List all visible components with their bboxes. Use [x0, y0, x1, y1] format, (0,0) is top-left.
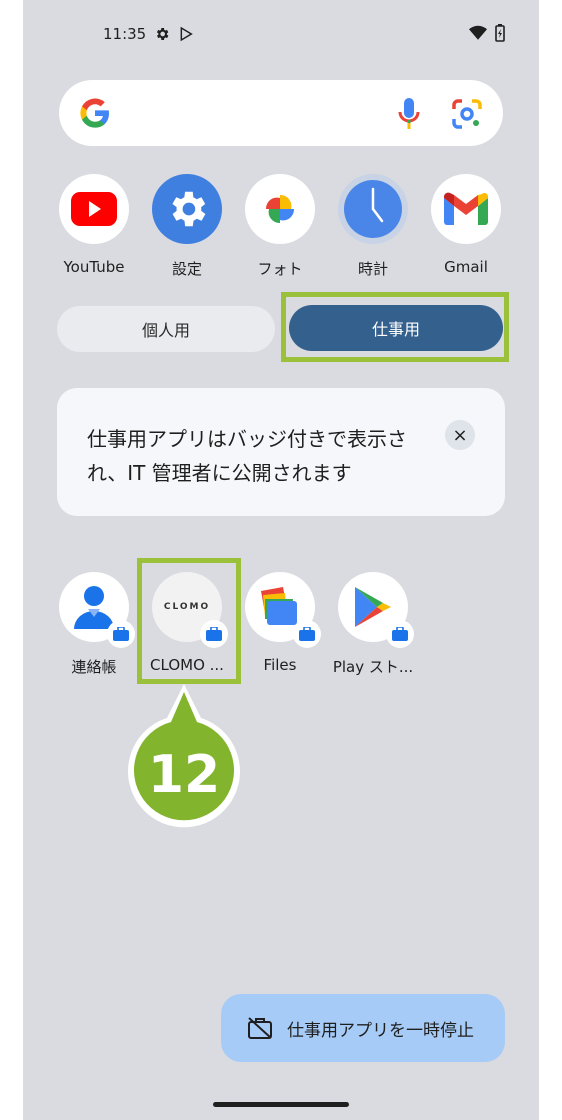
google-g-icon [80, 98, 109, 128]
tab-work[interactable]: 仕事用 [289, 305, 503, 351]
briefcase-icon [113, 627, 129, 641]
tab-personal[interactable]: 個人用 [57, 306, 275, 352]
app-icon-container [59, 572, 135, 648]
briefcase-icon [392, 627, 408, 641]
step-callout: 12 [123, 680, 245, 840]
briefcase-icon [299, 627, 315, 641]
work-badge [293, 620, 321, 648]
google-search-bar[interactable] [59, 80, 503, 146]
youtube-icon [71, 192, 117, 226]
app-play-store[interactable]: Play スト... [328, 572, 418, 677]
app-settings[interactable]: 設定 [142, 174, 232, 279]
app-youtube[interactable]: YouTube [49, 174, 139, 276]
app-label: フォト [257, 260, 303, 278]
contacts-icon [74, 586, 114, 629]
gear-icon [157, 28, 169, 40]
wifi-icon [469, 25, 487, 40]
app-files[interactable]: Files [235, 572, 325, 674]
app-icon-container: CLOMO [152, 572, 228, 648]
pause-work-apps-button[interactable]: 仕事用アプリを一時停止 [221, 994, 505, 1062]
app-photos[interactable]: フォト [235, 174, 325, 279]
status-time: 11:35 [103, 25, 147, 43]
clock-icon [344, 180, 402, 238]
app-icon-container [338, 572, 414, 648]
battery-icon [495, 24, 505, 42]
work-badge [386, 620, 414, 648]
play-protect-icon [180, 26, 193, 42]
app-icon-container [245, 572, 321, 648]
app-label: Play スト... [332, 658, 414, 676]
work-badge [200, 620, 228, 648]
app-label: CLOMO ... [150, 656, 224, 674]
status-icons-right [469, 24, 505, 42]
app-icon-container [152, 174, 222, 244]
app-clock[interactable]: 時計 [328, 174, 418, 279]
app-label: 時計 [357, 260, 388, 278]
app-icon-container [338, 174, 408, 244]
callout-number: 12 [148, 745, 220, 805]
close-icon[interactable]: × [445, 420, 475, 450]
app-label: Gmail [444, 258, 488, 276]
pause-button-label: 仕事用アプリを一時停止 [287, 1020, 474, 1041]
callout-bubble: 12 [128, 684, 240, 828]
lens-icon[interactable] [451, 98, 483, 130]
play-store-icon [355, 587, 391, 627]
home-screen: 11:35 YouTube 設定 フォト 時計 Gmail 個人用 仕事用 仕事… [23, 0, 539, 1120]
work-apps-notice-card: 仕事用アプリはバッジ付きで表示され、IT 管理者に公開されます × [57, 388, 505, 516]
app-label: 設定 [171, 260, 202, 278]
navigation-handle[interactable] [213, 1102, 349, 1107]
notice-text: 仕事用アプリはバッジ付きで表示され、IT 管理者に公開されます [87, 427, 407, 485]
app-label: 連絡帳 [71, 658, 117, 676]
briefcase-icon [206, 627, 222, 641]
briefcase-off-icon [248, 1017, 272, 1039]
work-badge [107, 620, 135, 648]
photos-icon [265, 194, 295, 224]
app-label: Files [263, 656, 297, 674]
app-contacts[interactable]: 連絡帳 [49, 572, 139, 677]
app-icon-container [245, 174, 315, 244]
app-gmail[interactable]: Gmail [421, 174, 511, 276]
app-icon-container [59, 174, 129, 244]
settings-icon [172, 191, 206, 227]
clomo-logo: CLOMO [163, 602, 211, 612]
app-clomo[interactable]: CLOMO CLOMO ... [142, 572, 232, 674]
status-bar: 11:35 [103, 22, 194, 46]
app-label: YouTube [63, 258, 125, 276]
files-icon [261, 587, 297, 625]
app-icon-container [431, 174, 501, 244]
mic-icon[interactable] [397, 96, 421, 132]
gmail-icon [444, 192, 488, 225]
